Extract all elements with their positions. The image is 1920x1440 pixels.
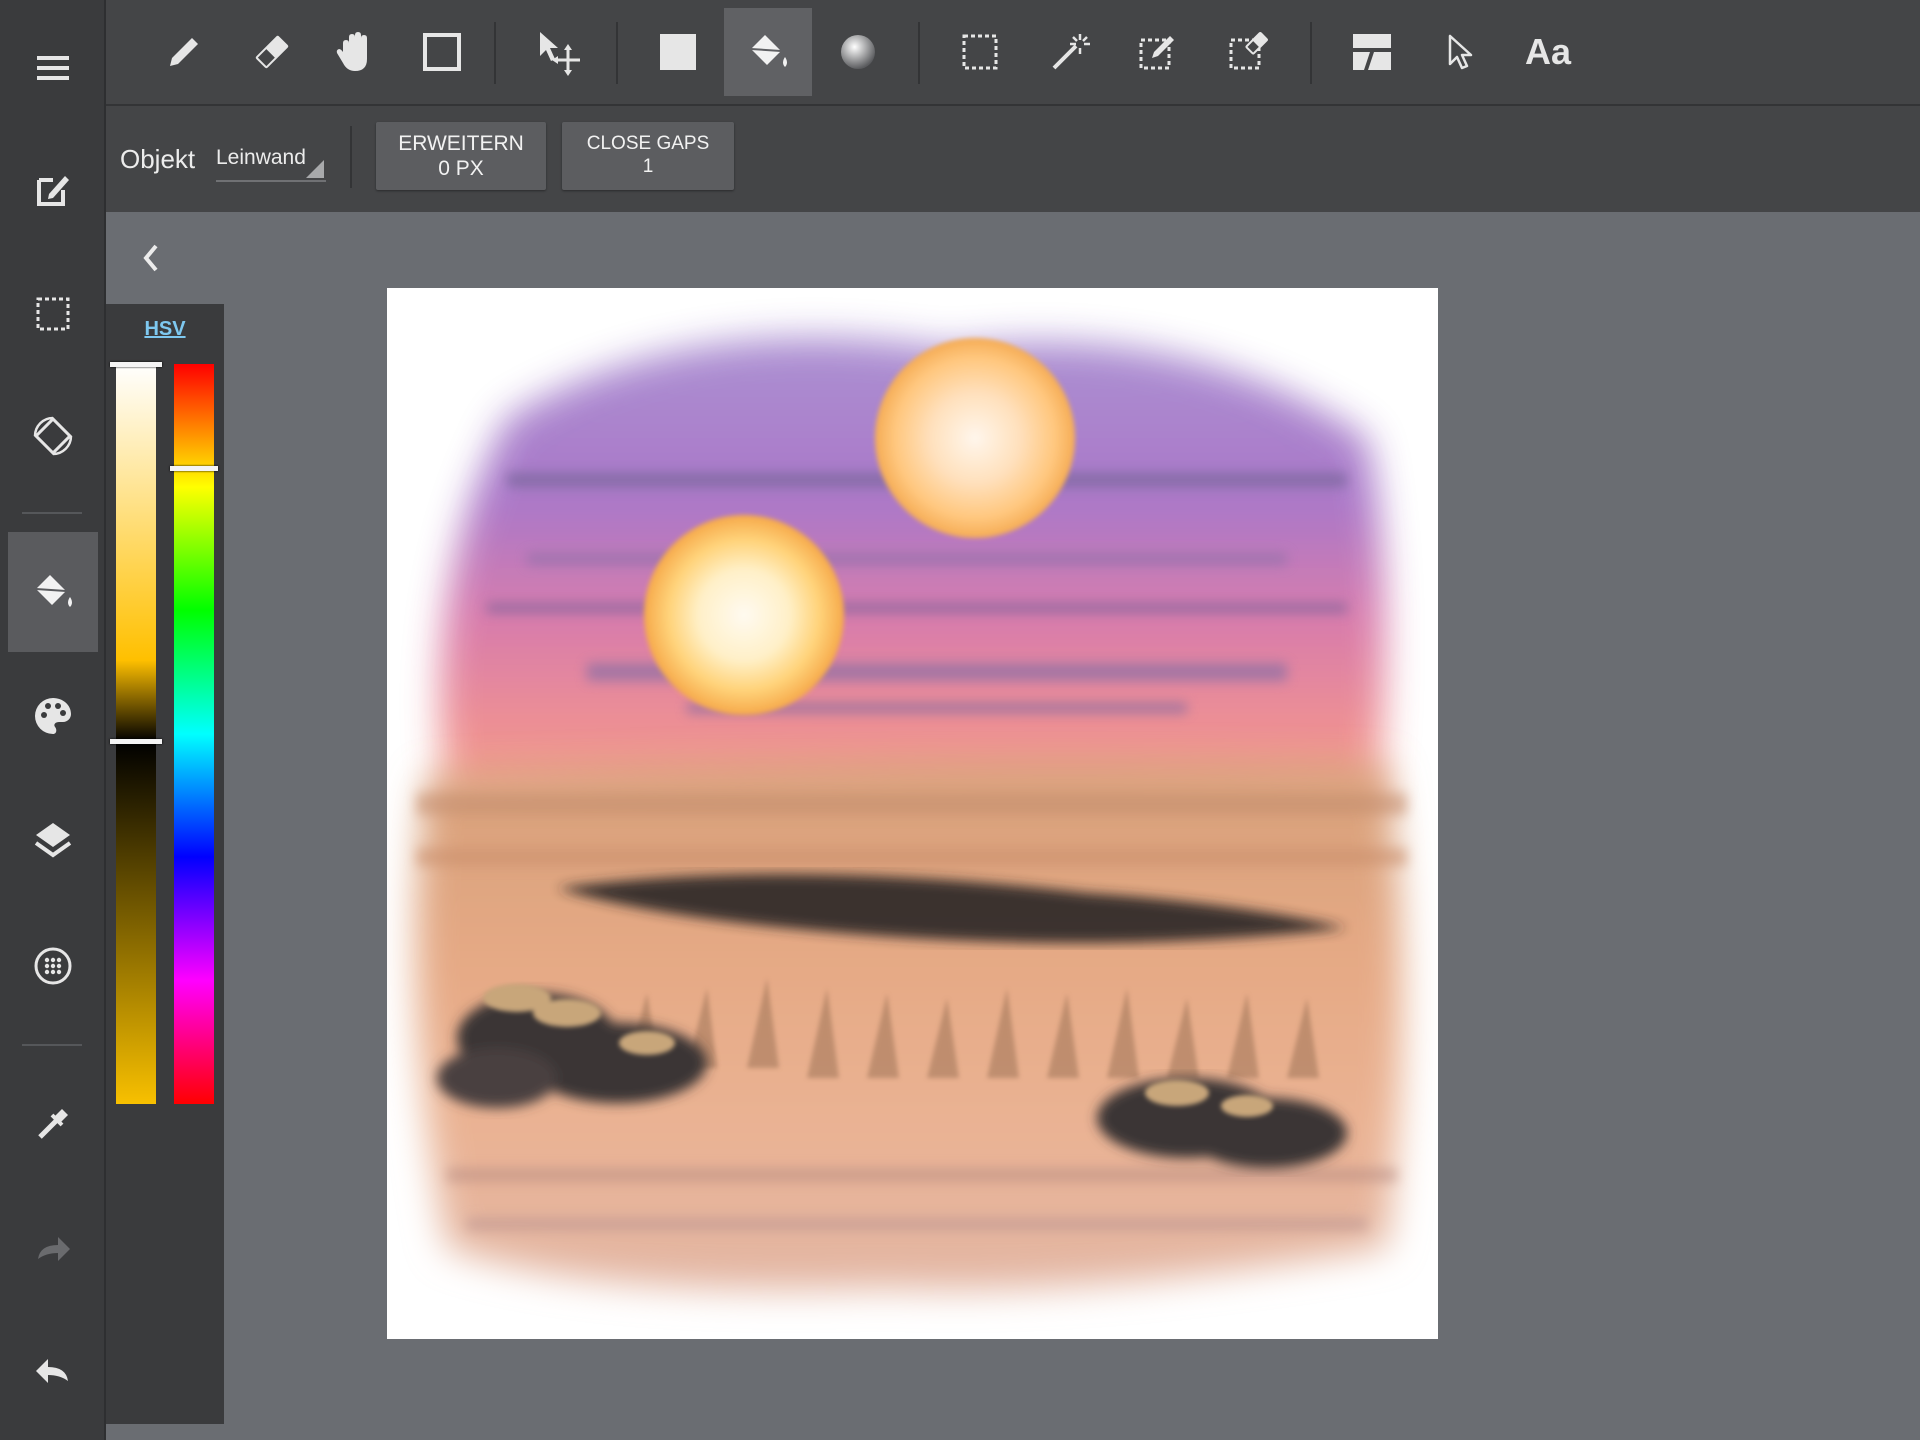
object-dropdown-value: Leinwand [216, 146, 306, 169]
hand-icon [333, 29, 379, 75]
eyedropper-icon [32, 1103, 74, 1145]
collapse-panel-button[interactable] [138, 240, 164, 276]
layers-button[interactable] [8, 780, 98, 900]
edit-canvas-icon [33, 170, 73, 210]
color-mode-link[interactable]: HSV [106, 318, 224, 341]
panel-layout-icon [1350, 30, 1394, 74]
move-selection-tool[interactable] [514, 8, 602, 96]
rotate-screen-button[interactable] [8, 376, 98, 496]
eraser-tool[interactable] [228, 8, 316, 96]
tool-options-bar: Objekt Leinwand ERWEITERN 0 PX CLOSE GAP… [106, 106, 1920, 212]
value-slider[interactable] [110, 362, 162, 1104]
eraser-icon [250, 30, 294, 74]
chevron-left-icon [138, 240, 164, 276]
toolbar-divider [918, 22, 920, 84]
pointer-tool[interactable] [1416, 8, 1504, 96]
sidebar-divider [22, 1044, 82, 1046]
close-gaps-button[interactable]: CLOSE GAPS 1 [562, 122, 734, 190]
value-slider-top-cap [110, 362, 162, 367]
menu-icon [33, 48, 73, 88]
paint-bucket-icon [30, 569, 76, 615]
select-eraser-tool[interactable] [1204, 8, 1292, 96]
shape-rectangle-tool[interactable] [398, 8, 486, 96]
close-gaps-label: CLOSE GAPS [586, 133, 710, 155]
toolbar-divider [494, 22, 496, 84]
move-selection-icon [534, 28, 582, 76]
paint-bucket-tool[interactable] [724, 8, 812, 96]
fill-color-tool[interactable] [634, 8, 722, 96]
fill-color-icon [658, 32, 698, 72]
expand-label: ERWEITERN [398, 131, 524, 155]
close-gaps-value: 1 [642, 156, 654, 177]
tool-toolbar: Aa [106, 0, 1920, 106]
value-slider-handle[interactable] [110, 739, 162, 745]
select-eraser-icon [1226, 30, 1270, 74]
expand-button[interactable]: ERWEITERN 0 PX [376, 122, 546, 190]
pointer-icon [1440, 32, 1480, 72]
selection-icon [33, 294, 73, 334]
drawing-canvas[interactable] [387, 288, 1438, 1339]
shape-rectangle-icon [420, 30, 464, 74]
object-dropdown[interactable]: Leinwand [216, 146, 326, 182]
panel-layout-tool[interactable] [1328, 8, 1416, 96]
dot-grid-icon [32, 945, 74, 987]
eyedropper-button[interactable] [8, 1064, 98, 1184]
sidebar-divider [22, 512, 82, 514]
palette-icon [32, 695, 74, 737]
color-panel: HSV [106, 304, 224, 1424]
redo-icon [32, 1227, 74, 1269]
pencil-icon [162, 30, 206, 74]
gradient-tool[interactable] [814, 8, 902, 96]
grid-button[interactable] [8, 906, 98, 1026]
undo-icon [32, 1349, 74, 1391]
edit-canvas-button[interactable] [8, 130, 98, 250]
undo-button[interactable] [8, 1310, 98, 1430]
layers-icon [32, 819, 74, 861]
hue-slider[interactable] [170, 364, 218, 1104]
gradient-icon [838, 32, 878, 72]
paint-bucket-sidebar-button[interactable] [8, 532, 98, 652]
text-tool[interactable]: Aa [1504, 8, 1592, 96]
select-pen-icon [1136, 30, 1180, 74]
object-label: Objekt [120, 144, 196, 174]
desert-sunset-artwork [415, 337, 1407, 1290]
redo-button[interactable] [8, 1188, 98, 1308]
expand-value: 0 PX [438, 157, 484, 180]
dropdown-corner-icon [306, 160, 324, 178]
toolbar-divider [616, 22, 618, 84]
magic-wand-tool[interactable] [1026, 8, 1114, 96]
rotate-screen-icon [31, 414, 75, 458]
text-tool-label: Aa [1524, 31, 1572, 72]
magic-wand-icon [1048, 30, 1092, 74]
toolbar-divider [1310, 22, 1312, 84]
menu-button[interactable] [8, 8, 98, 128]
rect-select-tool[interactable] [936, 8, 1024, 96]
options-divider [350, 126, 352, 188]
select-pen-tool[interactable] [1114, 8, 1202, 96]
left-sidebar [0, 0, 106, 1440]
hand-tool[interactable] [312, 8, 400, 96]
pencil-tool[interactable] [140, 8, 228, 96]
hue-slider-handle[interactable] [170, 465, 218, 471]
rect-select-icon [959, 31, 1001, 73]
paint-bucket-icon [745, 29, 791, 75]
selection-button[interactable] [8, 254, 98, 374]
palette-button[interactable] [8, 656, 98, 776]
